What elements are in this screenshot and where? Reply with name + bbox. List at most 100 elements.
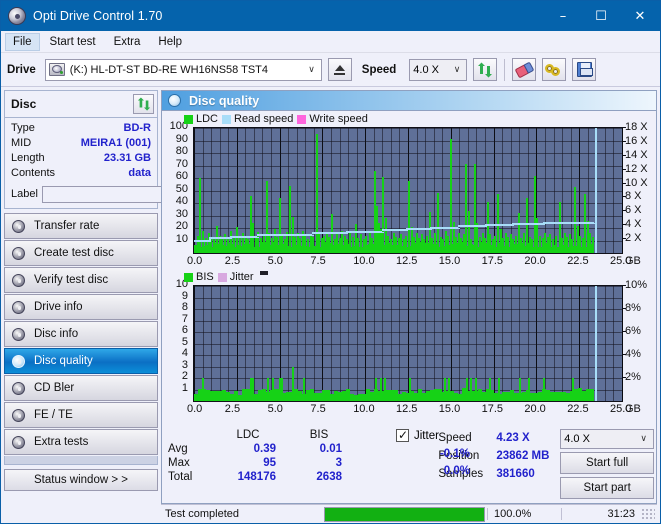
chart-bar xyxy=(475,378,477,401)
position-value: 23862 MB xyxy=(496,447,549,465)
chart-bar xyxy=(230,231,232,254)
start-full-button[interactable]: Start full xyxy=(560,452,654,474)
chart-bar xyxy=(434,233,436,253)
disc-label-row: Label xyxy=(11,184,151,204)
chart-bar xyxy=(395,237,397,253)
menu-help[interactable]: Help xyxy=(150,33,190,51)
chevron-down-icon: ∨ xyxy=(637,434,650,444)
jitter-checkbox[interactable] xyxy=(396,429,409,442)
menu-file[interactable]: File xyxy=(5,33,40,51)
chart-bar xyxy=(247,239,249,253)
x-axis-tick-label: 7.5 xyxy=(310,255,325,267)
y-axis-tick-label: 7 xyxy=(162,313,188,325)
legend-swatch xyxy=(184,115,193,124)
chart-bar xyxy=(544,233,546,253)
legend-label: Read speed xyxy=(234,113,293,125)
chart-bar xyxy=(539,236,541,254)
y-axis-tick-label: 4 xyxy=(162,347,188,359)
y2-axis-tick-label: 10 X xyxy=(625,177,648,189)
sidebar-item-verify-test-disc[interactable]: Verify test disc xyxy=(4,267,158,293)
stats-grid: LDC BIS Avg 0.39 0.01 Max 95 3 Total 148… xyxy=(168,429,402,483)
y-axis-tick-label: 9 xyxy=(162,290,188,302)
y-axis-tick-label: 70 xyxy=(162,158,188,170)
x-axis-unit-label: GB xyxy=(625,403,641,415)
chart-bar xyxy=(572,378,574,401)
disc-type-value: BD-R xyxy=(124,121,152,136)
test-speed-select[interactable]: 4.0 X ∨ xyxy=(560,429,654,449)
sidebar-item-cd-bler[interactable]: CD Bler xyxy=(4,375,158,401)
drive-select[interactable]: (K:) HL-DT-ST BD-RE WH16NS58 TST4 ∨ xyxy=(45,59,322,81)
end-of-data-marker xyxy=(595,128,597,253)
chart-bar xyxy=(400,234,402,253)
resize-grip-icon[interactable] xyxy=(641,508,655,520)
plot-area xyxy=(193,285,623,402)
stats-panel: LDC BIS Avg 0.39 0.01 Max 95 3 Total 148… xyxy=(162,427,656,503)
disc-refresh-button[interactable] xyxy=(133,94,154,114)
legend-label: Jitter xyxy=(230,271,254,283)
save-icon xyxy=(577,62,592,77)
chart-bar xyxy=(418,238,420,253)
x-axis-tick-label: 7.5 xyxy=(310,403,325,415)
chart-bar xyxy=(437,193,439,253)
save-button[interactable] xyxy=(572,58,596,81)
chart-bar xyxy=(455,237,457,253)
sidebar-item-extra-tests[interactable]: Extra tests xyxy=(4,429,158,455)
read-speed-line xyxy=(485,224,512,226)
disc-label-label: Label xyxy=(11,188,38,200)
eject-button[interactable] xyxy=(328,58,352,81)
x-axis-tick-label: 0.0 xyxy=(187,403,202,415)
refresh-icon xyxy=(137,97,151,111)
speed-value: 4.23 X xyxy=(496,429,529,447)
stats-row-max-label: Max xyxy=(168,457,210,469)
chart-bar xyxy=(448,378,450,401)
chart-bar xyxy=(357,238,359,253)
legend-label: Write speed xyxy=(309,113,368,125)
chart-bar xyxy=(312,237,314,253)
window-controls: – ☐ ✕ xyxy=(544,1,660,31)
erase-button[interactable] xyxy=(512,58,536,81)
chart-bar xyxy=(426,236,428,254)
jitter-toggle[interactable]: Jitter xyxy=(396,429,439,442)
chart-bar xyxy=(512,239,514,253)
legend-swatch xyxy=(184,273,193,282)
chevron-down-icon: ∨ xyxy=(305,65,318,75)
sidebar-item-create-test-disc[interactable]: Create test disc xyxy=(4,240,158,266)
chart-bar xyxy=(523,233,525,253)
speed-key: Speed xyxy=(438,429,496,447)
start-part-button[interactable]: Start part xyxy=(560,477,654,499)
speed-select[interactable]: 4.0 X ∨ xyxy=(409,59,467,81)
y2-axis-tick-label: 10% xyxy=(625,279,647,291)
menu-extra[interactable]: Extra xyxy=(106,33,149,51)
close-icon[interactable]: ✕ xyxy=(620,1,660,31)
legend-item-write-speed: Write speed xyxy=(297,113,368,125)
sidebar-item-drive-info[interactable]: Drive info xyxy=(4,294,158,320)
disc-icon xyxy=(10,327,27,342)
y2-axis-tick-label: 4 X xyxy=(625,218,642,230)
chart-bar xyxy=(318,232,320,253)
chart-bar xyxy=(531,239,533,253)
disc-panel: Disc Type BD-R MID MEIR xyxy=(4,90,158,209)
minimize-icon[interactable]: – xyxy=(544,1,582,31)
maximize-icon[interactable]: ☐ xyxy=(582,1,620,31)
settings-button[interactable] xyxy=(542,58,566,81)
sidebar-item-disc-quality[interactable]: Disc quality xyxy=(4,348,158,374)
sidebar-item-disc-info[interactable]: Disc info xyxy=(4,321,158,347)
refresh-button[interactable] xyxy=(473,58,497,81)
status-window-button[interactable]: Status window > > xyxy=(4,469,158,491)
sidebar-item-label: Disc info xyxy=(34,328,78,340)
chart-bar xyxy=(423,239,425,253)
stats-header-bis: BIS xyxy=(286,429,352,441)
y2-axis-tick-label: 8% xyxy=(625,302,641,314)
y2-axis-tick-label: 14 X xyxy=(625,149,648,161)
read-speed-line xyxy=(290,234,312,236)
y2-axis-tick-label: 2% xyxy=(625,371,641,383)
sidebar-item-fe-te[interactable]: FE / TE xyxy=(4,402,158,428)
y-axis-tick-label: 30 xyxy=(162,208,188,220)
menu-start-test[interactable]: Start test xyxy=(42,33,104,51)
chart-bar xyxy=(360,234,362,253)
sidebar-item-transfer-rate[interactable]: Transfer rate xyxy=(4,213,158,239)
y-axis-tick-label: 50 xyxy=(162,183,188,195)
x-axis-tick-label: 0.0 xyxy=(187,255,202,267)
chart-bar xyxy=(387,236,389,254)
chart-bar xyxy=(390,239,392,253)
